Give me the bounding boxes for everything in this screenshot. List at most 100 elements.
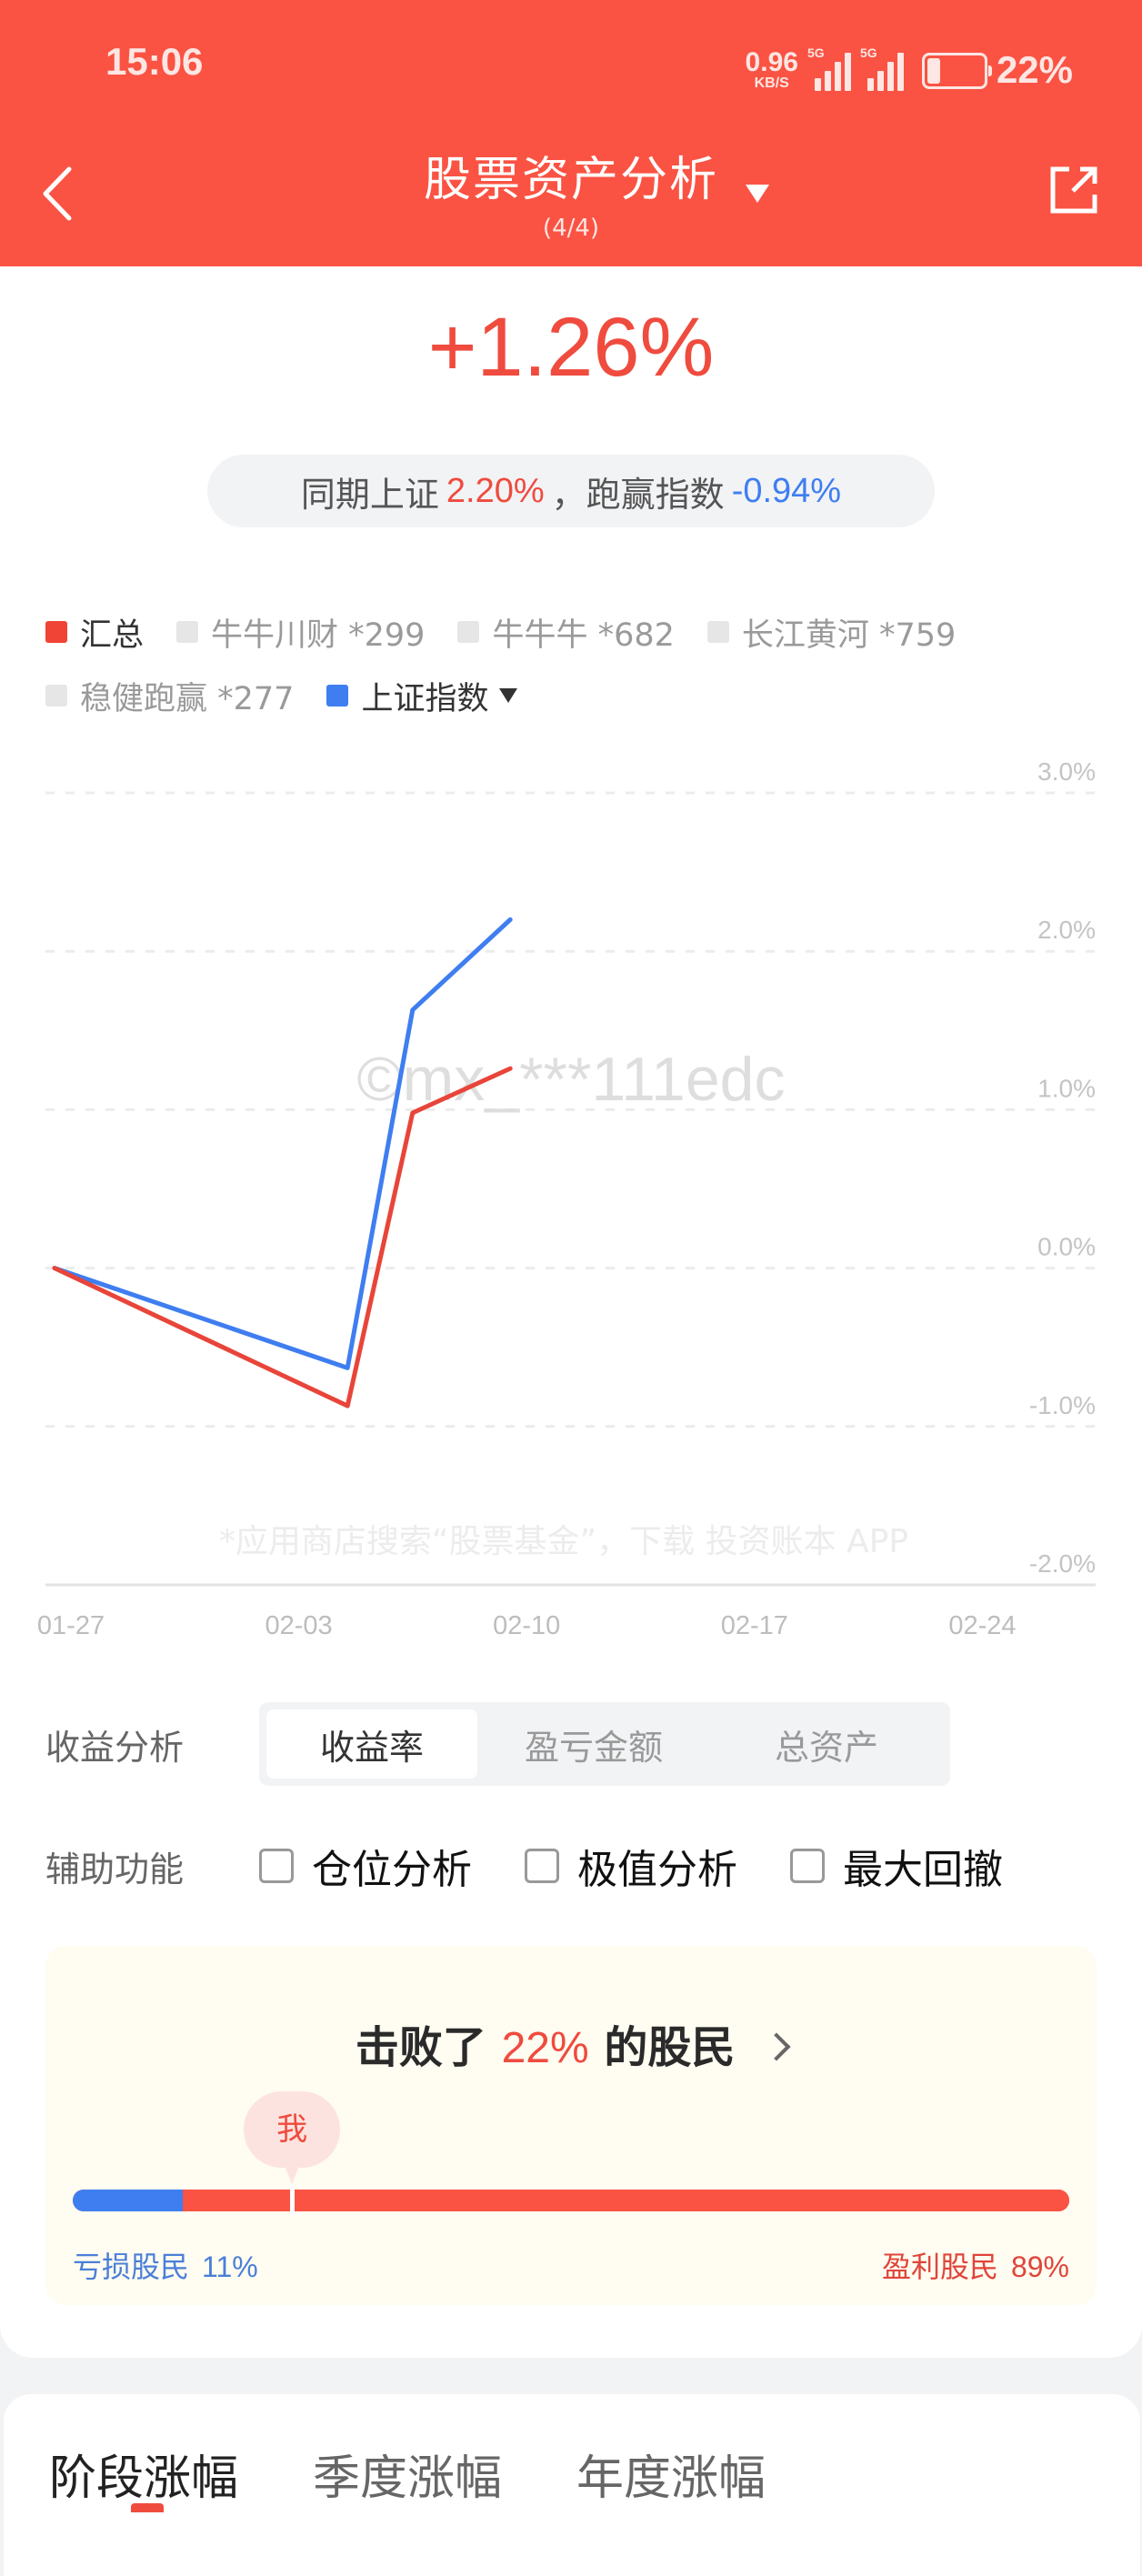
status-icons: 0.96 KB/S 5G 5G 22% [746,40,1073,91]
checkbox-icon[interactable] [259,1849,294,1883]
excess-return: -0.94% [731,471,842,510]
checkbox-icon[interactable] [790,1849,825,1883]
watermark: ©mx_***111edc [357,1045,786,1114]
index-return: 2.20% [446,471,545,510]
segment-return-rate[interactable]: 收益率 [266,1709,477,1779]
segment-profit-amount[interactable]: 盈亏金额 [477,1709,710,1779]
legend-swatch [45,621,67,643]
series-line [52,1066,513,1408]
tab-stage-returns[interactable]: 阶段涨幅 [49,2440,238,2508]
checkbox-icon[interactable] [525,1849,559,1883]
x-tick-label: 01-27 [37,1611,105,1640]
chart-legend: 汇总 牛牛川财 *299 牛牛牛 *682 长江黄河 *759 稳健跑赢 *27… [45,600,1100,727]
period-returns-card: 阶段涨幅 季度涨幅 年度涨幅 [4,2394,1140,2576]
extreme-analysis-checkbox[interactable]: 极值分析 [525,1837,737,1895]
gain-label: 盈利股民 [881,2250,998,2284]
chevron-right-icon [762,2032,791,2061]
legend-swatch [457,621,480,643]
page-counter: (4/4) [542,215,600,242]
legend-swatch [176,621,199,643]
aux-label: 辅助功能 [45,1849,185,1889]
me-marker-bubble: 我 [244,2091,341,2184]
status-time: 15:06 [105,40,204,83]
legend-item-account[interactable]: 牛牛牛 *682 [457,609,675,656]
compare-mid: ，跑赢指数 [551,474,725,515]
legend-label: 牛牛川财 *299 [211,616,426,654]
me-marker-line [290,2184,296,2217]
segment-total-assets[interactable]: 总资产 [710,1709,943,1779]
page-title: 股票资产分析 [423,153,718,207]
net-speed-unit: KB/S [754,75,789,91]
battery-level [927,58,940,84]
caret-down-icon [499,688,518,703]
legend-swatch [326,685,349,707]
legend-item-total[interactable]: 汇总 [45,609,144,656]
gain-percent: 89% [1010,2250,1069,2283]
rank-percent: 22% [501,2024,589,2072]
legend-label: 稳健跑赢 *277 [80,680,295,717]
checkbox-label: 极值分析 [577,1847,737,1893]
title-dropdown[interactable]: 股票资产分析 [0,141,1142,209]
tab-quarterly-returns[interactable]: 季度涨幅 [313,2440,502,2508]
rank-card: 击败了 22% 的股民 我 亏损股民 11% 盈利股民 89% [45,1946,1097,2305]
battery-percent: 22% [996,48,1073,91]
x-tick-label: 02-24 [948,1611,1016,1640]
return-chart: 3.0% 2.0% 1.0% 0.0% -1.0% -2.0% 01-27 02-03 02-1… [0,746,1142,1655]
signal-icon: 5G [807,45,851,91]
legend-item-account[interactable]: 牛牛川财 *299 [176,609,425,656]
net-speed: 0.96 KB/S [746,49,798,91]
signal-icon: 5G [860,45,904,91]
y-tick-label: 2.0% [1037,916,1096,944]
rank-prefix: 击败了 [355,2022,486,2073]
loss-percent: 11% [202,2250,258,2283]
app-header: 15:06 0.96 KB/S 5G 5G 22% 股票资产分析 (4/4) [0,0,1142,266]
legend-label: 牛牛牛 *682 [492,616,675,654]
battery-icon [921,53,992,89]
caret-down-icon [746,185,769,203]
loss-segment [73,2190,183,2211]
y-tick-label: 1.0% [1037,1074,1096,1102]
share-button[interactable] [1046,162,1102,218]
legend-swatch [706,621,729,643]
y-tick-label: 0.0% [1037,1233,1096,1261]
footer-note: *应用商店搜索“股票基金”，下载 投资账本 APP [219,1523,908,1560]
legend-item-account[interactable]: 长江黄河 *759 [706,609,957,656]
period-tabs: 阶段涨幅 季度涨幅 年度涨幅 [49,2440,766,2508]
analysis-row: 收益分析 收益率 盈亏金额 总资产 [45,1700,950,1788]
net-speed-value: 0.96 [745,47,798,77]
legend-swatch [45,685,67,707]
total-return: +1.26% [427,301,715,394]
x-tick-label: 02-10 [493,1611,560,1640]
analysis-label: 收益分析 [45,1727,185,1768]
share-icon [1050,166,1097,214]
loss-investors: 亏损股民 11% [73,2244,258,2286]
signal-label: 5G [806,45,825,60]
x-tick-label: 02-03 [265,1611,333,1640]
gain-segment [182,2190,1069,2211]
legend-label: 长江黄河 *759 [741,616,957,654]
max-drawdown-checkbox[interactable]: 最大回撤 [790,1837,1003,1895]
checkbox-label: 仓位分析 [312,1847,472,1893]
rank-title-link[interactable]: 击败了 22% 的股民 [45,2011,1097,2075]
position-analysis-checkbox[interactable]: 仓位分析 [259,1837,472,1895]
compare-prefix: 同期上证 [300,474,439,515]
legend-item-account[interactable]: 稳健跑赢 *277 [45,673,294,719]
analysis-segmented-control: 收益率 盈亏金额 总资产 [259,1702,950,1786]
aux-row: 辅助功能 仓位分析 极值分析 最大回撤 [45,1828,1056,1904]
gain-investors: 盈利股民 89% [882,2244,1069,2286]
investor-distribution-bar [73,2190,1069,2211]
signal-label: 5G [859,45,877,60]
legend-label: 上证指数 [361,680,489,717]
loss-label: 亏损股民 [73,2250,190,2284]
y-tick-label: -2.0% [1029,1549,1096,1578]
legend-label: 汇总 [80,616,145,654]
tab-annual-returns[interactable]: 年度涨幅 [576,2440,766,2508]
index-comparison: 同期上证 2.20% ，跑赢指数 -0.94% [207,455,935,527]
x-tick-label: 02-17 [721,1611,788,1640]
y-tick-label: -1.0% [1029,1391,1096,1419]
y-tick-label: 3.0% [1037,757,1096,786]
rank-suffix: 的股民 [604,2022,736,2073]
checkbox-label: 最大回撤 [843,1847,1003,1893]
active-tab-indicator [131,2503,164,2512]
legend-item-index[interactable]: 上证指数 [326,673,518,719]
